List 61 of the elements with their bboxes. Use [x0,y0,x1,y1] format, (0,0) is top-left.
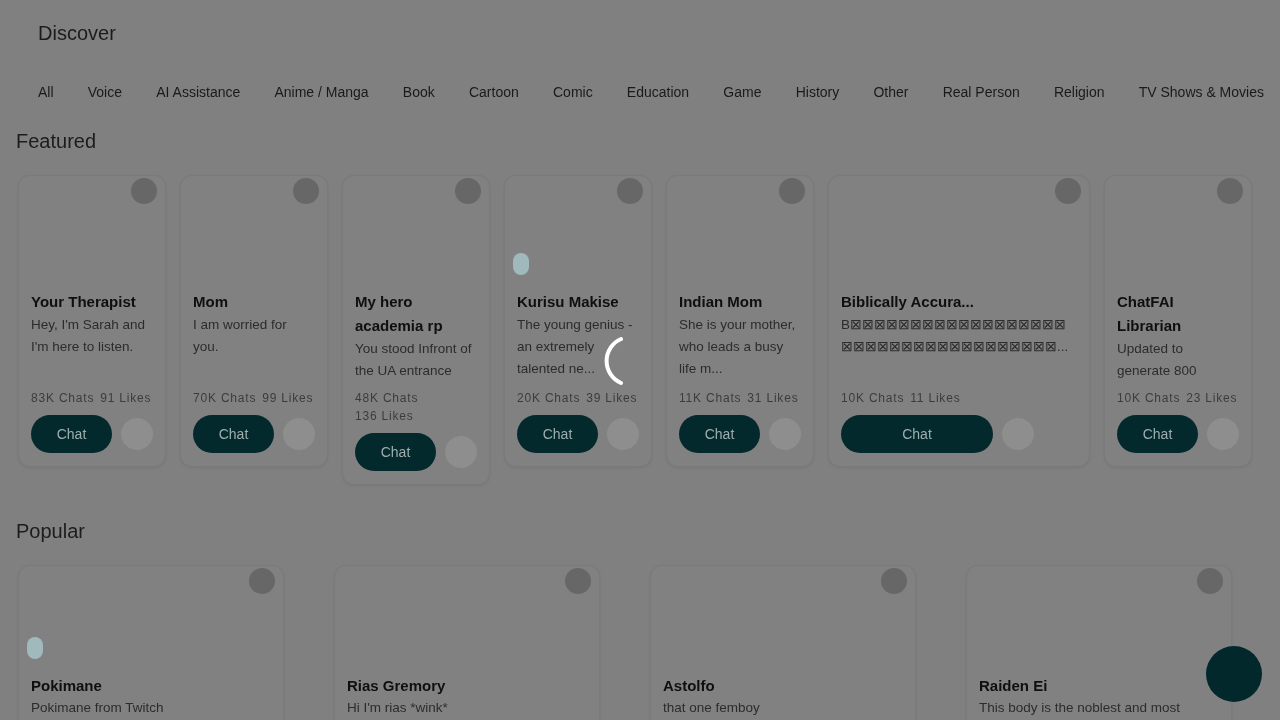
chat-count: 83K Chats [31,390,95,407]
character-name: Rias Gremory [347,676,447,696]
category-tab[interactable]: Cartoon [452,74,535,110]
category-tab[interactable]: History [779,74,856,110]
floating-action-button[interactable] [1206,646,1262,702]
chat-count: 48K Chats [355,390,419,407]
character-description: Pokimane from Twitch [31,699,165,717]
character-name: Pokimane [31,676,103,696]
chat-button[interactable]: Chat [193,415,274,453]
character-description: I am worried for you. [193,316,288,356]
like-count: 99 Likes [262,390,314,407]
character-name: Your Therapist [31,292,137,312]
like-count: 11 Likes [910,390,961,407]
character-name: Astolfo [663,676,716,696]
category-tab[interactable]: Voice [71,74,138,110]
character-name: Biblically Accura... [841,292,975,312]
chat-count: 10K Chats [841,390,905,407]
like-count: 31 Likes [747,390,799,407]
category-tab[interactable]: Education [610,74,706,110]
chat-button[interactable]: Chat [1117,415,1198,453]
character-name: Raiden Ei [979,676,1049,696]
chat-button[interactable]: Chat [355,433,436,471]
chat-count: 11K Chats [679,390,742,407]
character-description: The young genius - an extremely talented ne... [517,316,634,378]
chat-count: 70K Chats [193,390,257,407]
category-tab[interactable]: AI Assistance [140,74,257,110]
section-heading: Featured [15,129,98,154]
category-tab[interactable]: All [22,74,70,110]
chat-button[interactable]: Chat [679,415,760,453]
character-description: You stood Infront of the UA entrance [355,340,473,380]
chat-button[interactable]: Chat [841,415,993,453]
chat-count: 10K Chats [1117,390,1181,407]
category-tab[interactable]: TV Shows & Movies [1122,74,1280,110]
category-tab[interactable]: Book [386,74,451,110]
category-tab[interactable]: Other [857,74,925,110]
character-description: that one femboy [663,699,761,717]
chat-count: 20K Chats [517,390,581,407]
character-description: Updated to generate 800 [1117,340,1198,380]
category-tab[interactable]: Real Person [926,74,1036,110]
character-name: My hero academia rp [355,292,444,336]
character-description: This body is the noblest and most [979,699,1182,717]
like-count: 91 Likes [100,390,152,407]
section-heading: Popular [15,519,86,544]
category-tab[interactable]: Anime / Manga [258,74,385,110]
chat-button[interactable]: Chat [31,415,112,453]
page-title: Discover [37,21,117,46]
character-name: Mom [193,292,229,312]
category-tab[interactable]: Religion [1037,74,1121,110]
character-description: Hey, I'm Sarah and I'm here to listen. [31,316,147,356]
character-description: Hi I'm rias *wink* [347,699,449,717]
character-description: B⊠⊠⊠⊠⊠⊠⊠⊠⊠⊠⊠⊠⊠⊠⊠⊠⊠⊠⊠⊠⊠⊠⊠⊠⊠⊠⊠⊠⊠⊠⊠⊠⊠⊠⊠⊠... [841,316,1070,356]
like-count: 23 Likes [1186,390,1238,407]
chat-button[interactable]: Chat [517,415,598,453]
character-name: Indian Mom [679,292,764,312]
like-count: 39 Likes [586,390,638,407]
like-count: 136 Likes [355,408,414,425]
character-name: ChatFAI Librarian [1117,292,1183,336]
character-name: Kurisu Makise [517,292,620,312]
category-tab[interactable]: Comic [537,74,609,110]
category-tab[interactable]: Game [707,74,778,110]
character-description: She is your mother, who leads a busy life m... [679,316,797,378]
